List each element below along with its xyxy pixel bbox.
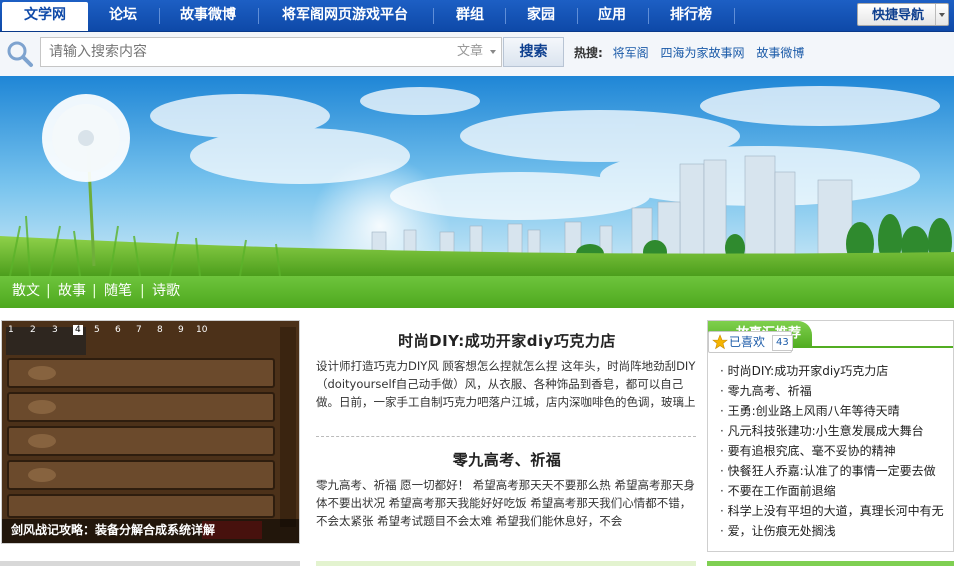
image-slider[interactable]: 1 2 3 4 5 6 7 8 9 10 剑风战记攻略：装备分解合成系统详解 xyxy=(1,320,300,544)
header-banner xyxy=(0,76,954,276)
category-poetry[interactable]: 诗歌 xyxy=(152,276,180,307)
like-button[interactable]: 已喜欢 43 xyxy=(708,331,793,353)
nav-separator xyxy=(577,8,578,24)
star-icon xyxy=(712,334,728,350)
recommendation-list: 时尚DIY:成功开家diy巧克力店 零九高考、祈福 王勇:创业路上风雨八年等待天… xyxy=(720,361,944,541)
section-border xyxy=(316,561,696,566)
list-item[interactable]: 爱，让伤痕无处搁浅 xyxy=(720,521,944,541)
search-type-select[interactable]: 文章 xyxy=(453,38,501,66)
section-border xyxy=(707,561,954,566)
slider-page-button[interactable]: 9 xyxy=(178,325,184,335)
article-summary: 零九高考、祈福 愿一切都好！ 希望高考那天天不要那么热 希望高考那天身体不要出状… xyxy=(316,478,695,528)
hot-keyword-link[interactable]: 故事微博 xyxy=(756,46,804,60)
slider-page-button[interactable]: 5 xyxy=(94,325,100,335)
list-item[interactable]: 科学上没有平坦的大道，真理长河中有无 xyxy=(720,501,944,521)
slider-caption[interactable]: 剑风战记攻略：装备分解合成系统详解 xyxy=(2,519,299,543)
category-separator: | xyxy=(46,283,51,299)
slider-image xyxy=(2,321,299,543)
list-item[interactable]: 要有追根究底、毫不妥协的精神 xyxy=(720,441,944,461)
quick-nav-button[interactable]: 快捷导航 xyxy=(857,3,949,26)
nav-separator xyxy=(159,8,160,24)
hot-keyword-link[interactable]: 将军阁 xyxy=(613,46,649,60)
list-item[interactable]: 快餐狂人乔嘉:认准了的事情一定要去做 xyxy=(720,461,944,481)
slider-page-button[interactable]: 6 xyxy=(115,325,121,335)
tab-apps[interactable]: 应用 xyxy=(588,0,636,31)
category-story[interactable]: 故事 xyxy=(58,276,86,307)
list-item[interactable]: 凡元科技张建功:小生意发展成大舞台 xyxy=(720,421,944,441)
slider-page-button[interactable]: 10 xyxy=(196,325,207,335)
article-summary: 设计师打造巧克力DIY风 顾客想怎么捏就怎么捏 这年头，时尚阵地劲刮DIY（do… xyxy=(316,359,696,409)
tab-forum[interactable]: 论坛 xyxy=(96,0,150,31)
section-border xyxy=(0,561,300,566)
quick-nav-label: 快捷导航 xyxy=(872,8,925,23)
search-icon xyxy=(7,41,33,67)
article-block: 零九高考、祈福 零九高考、祈福 愿一切都好！ 希望高考那天天不要那么热 希望高考… xyxy=(316,449,698,530)
slider-page-button[interactable]: 2 xyxy=(30,325,36,335)
search-input[interactable] xyxy=(41,38,446,66)
tab-rankings[interactable]: 排行榜 xyxy=(660,0,722,31)
tab-home[interactable]: 家园 xyxy=(516,0,566,31)
article-block: 时尚DIY:成功开家diy巧克力店 设计师打造巧克力DIY风 顾客想怎么捏就怎么… xyxy=(316,330,698,411)
slider-page-button[interactable]: 3 xyxy=(52,325,58,335)
list-item[interactable]: 时尚DIY:成功开家diy巧克力店 xyxy=(720,361,944,381)
like-label: 已喜欢 xyxy=(729,335,766,349)
slider-page-button[interactable]: 4 xyxy=(73,325,83,335)
list-item[interactable]: 不要在工作面前退缩 xyxy=(720,481,944,501)
hot-keyword-link[interactable]: 四海为家故事网 xyxy=(660,46,744,60)
search-box: 文章 xyxy=(40,37,502,67)
recommendation-panel: 故事汇推荐 已喜欢 43 时尚DIY:成功开家diy巧克力店 零九高考、祈福 王… xyxy=(707,320,954,552)
category-separator: | xyxy=(92,283,97,299)
category-bar: 散文 | 故事 | 随笔 | 诗歌 xyxy=(0,276,954,308)
nav-separator xyxy=(433,8,434,24)
search-bar: 文章 搜索 热搜: 将军阁 四海为家故事网 故事微博 xyxy=(0,32,954,76)
list-item[interactable]: 王勇:创业路上风雨八年等待天晴 xyxy=(720,401,944,421)
tab-story-weibo[interactable]: 故事微博 xyxy=(168,0,248,31)
tab-groups[interactable]: 群组 xyxy=(446,0,494,31)
nav-separator xyxy=(648,8,649,24)
top-navigation: 文学网 论坛 故事微博 将军阁网页游戏平台 群组 家园 应用 排行榜 快捷导航 xyxy=(0,0,954,32)
article-title[interactable]: 零九高考、祈福 xyxy=(316,449,698,470)
category-separator: | xyxy=(140,283,145,299)
list-item[interactable]: 零九高考、祈福 xyxy=(720,381,944,401)
slider-page-button[interactable]: 8 xyxy=(157,325,163,335)
nav-separator xyxy=(505,8,506,24)
tab-literature[interactable]: 文学网 xyxy=(2,2,88,31)
hot-search-label: 热搜: xyxy=(574,46,603,60)
nav-separator xyxy=(258,8,259,24)
article-divider xyxy=(316,436,696,437)
hot-search: 热搜: 将军阁 四海为家故事网 故事微博 xyxy=(574,44,812,61)
nav-separator xyxy=(734,8,735,24)
category-jottings[interactable]: 随笔 xyxy=(104,276,132,307)
chevron-down-icon[interactable] xyxy=(935,4,948,25)
article-title[interactable]: 时尚DIY:成功开家diy巧克力店 xyxy=(316,330,698,351)
like-count: 43 xyxy=(772,335,793,351)
slider-page-button[interactable]: 7 xyxy=(136,325,142,335)
search-button[interactable]: 搜索 xyxy=(503,37,564,67)
category-essay[interactable]: 散文 xyxy=(12,276,40,307)
tab-game-platform[interactable]: 将军阁网页游戏平台 xyxy=(270,0,420,31)
banner-image xyxy=(0,76,954,276)
slider-page-button[interactable]: 1 xyxy=(8,325,14,335)
